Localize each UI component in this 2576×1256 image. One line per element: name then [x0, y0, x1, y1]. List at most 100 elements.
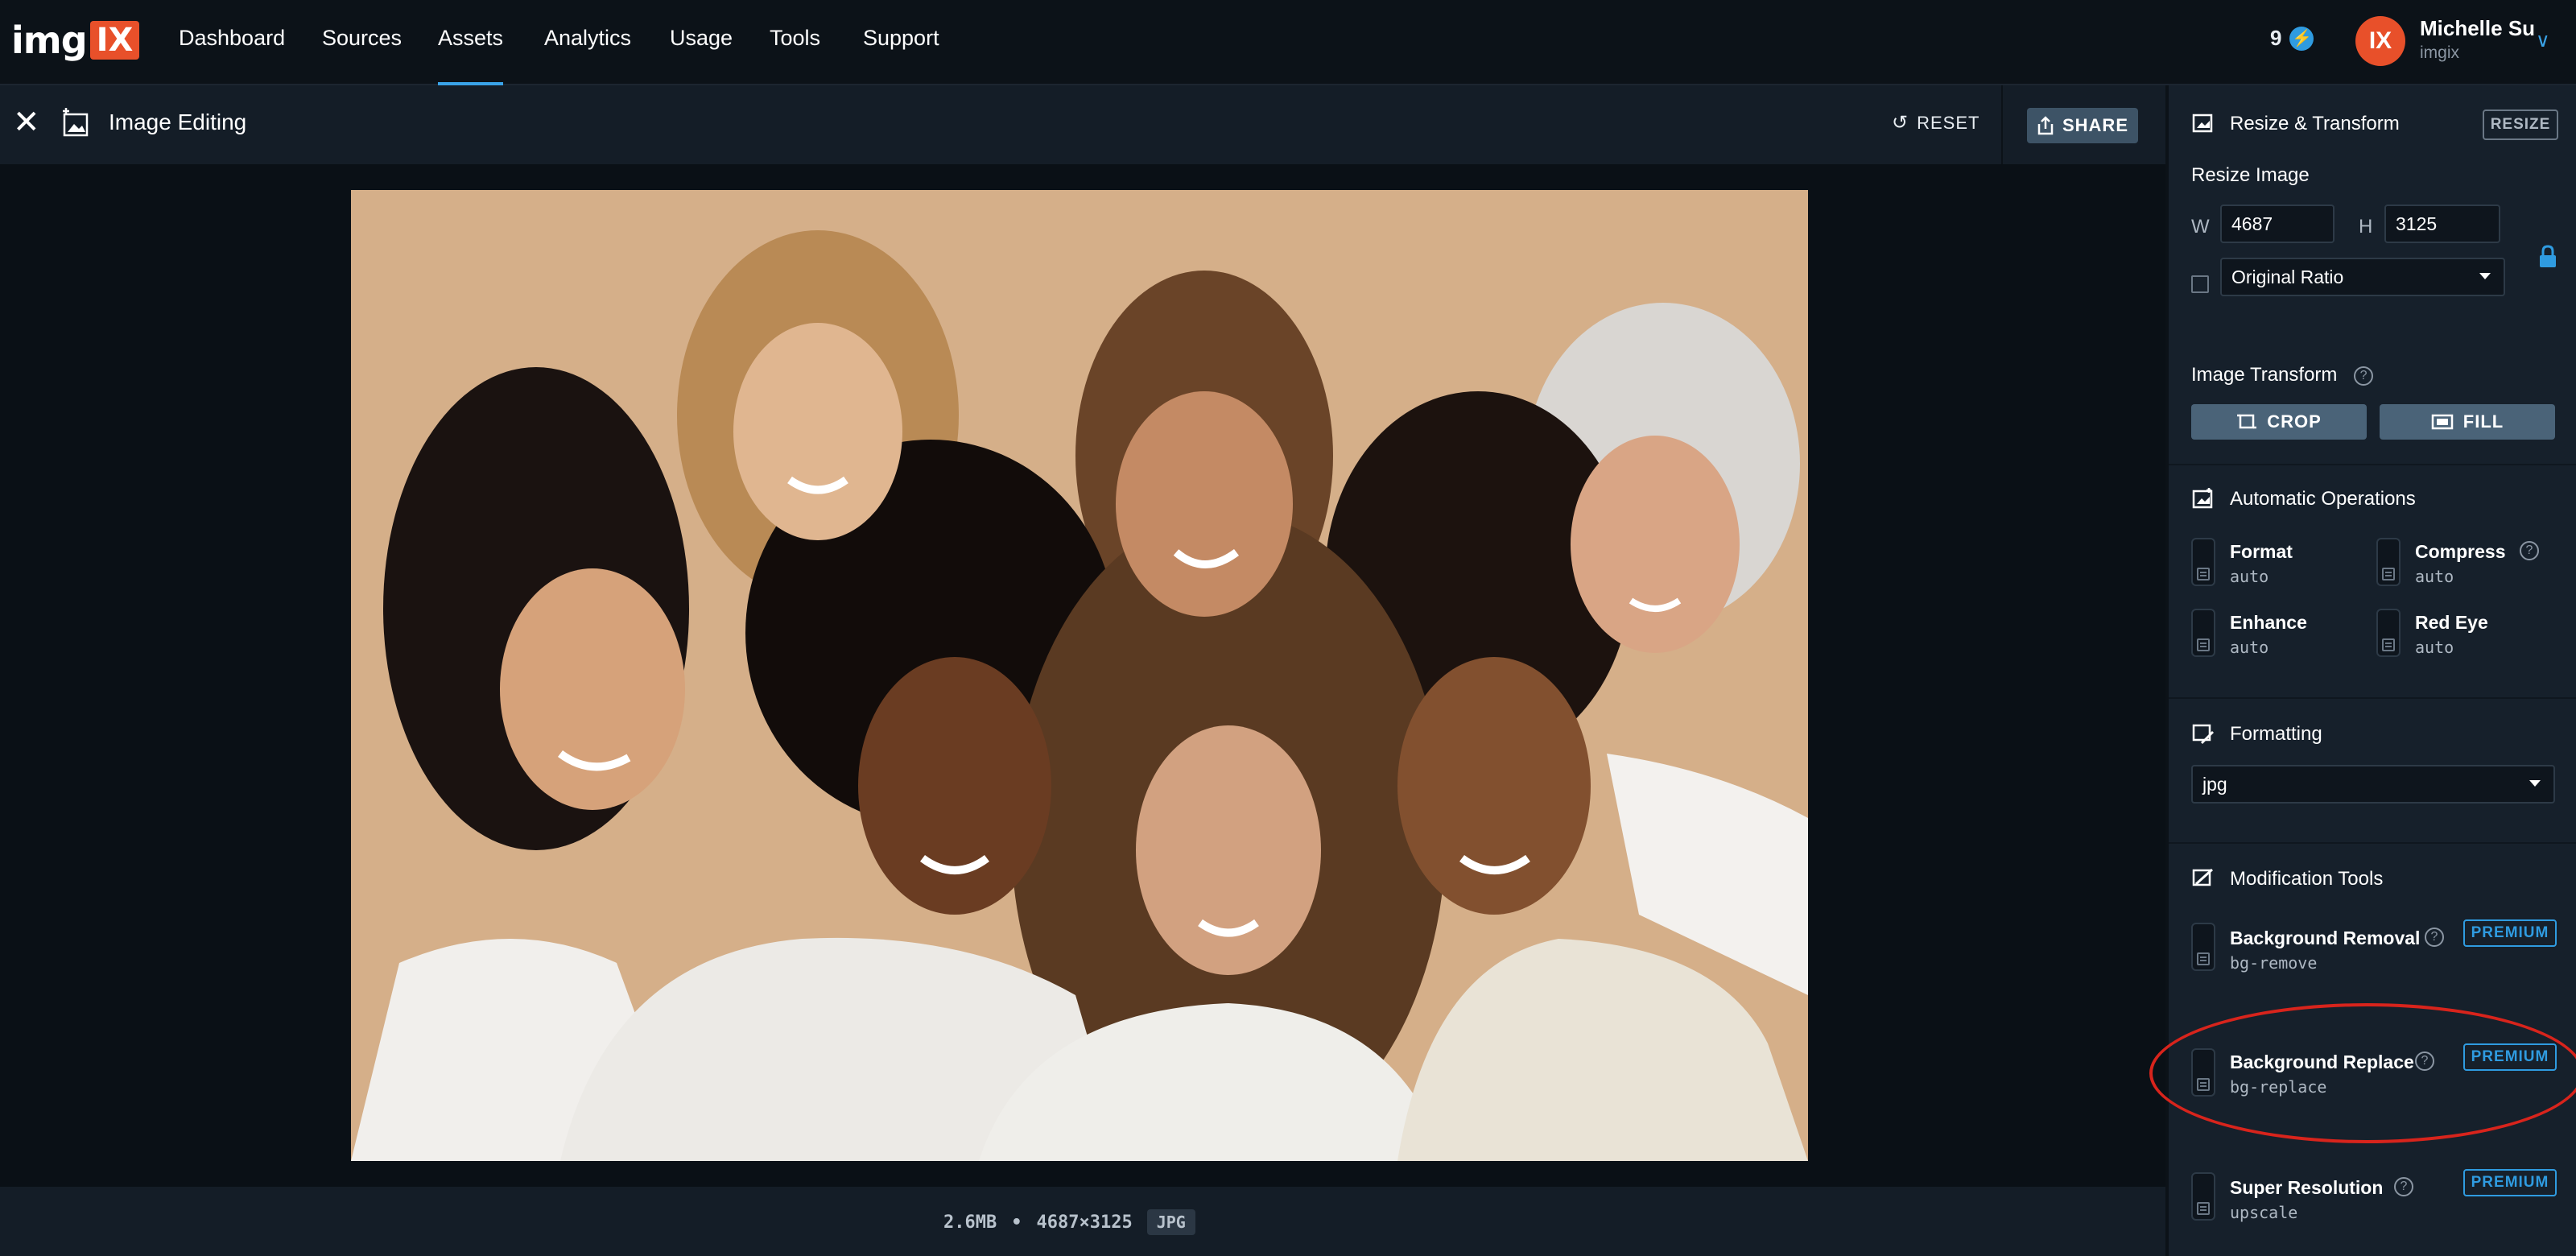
logo-text: img — [11, 19, 88, 62]
height-input[interactable]: 3125 — [2384, 205, 2500, 243]
image-transform-label: Image Transform ? — [2191, 364, 2374, 386]
compress-label: Compress — [2415, 541, 2506, 562]
compress-toggle[interactable] — [2376, 538, 2401, 586]
background-replace-label: Background Replace — [2230, 1051, 2414, 1072]
help-icon[interactable]: ? — [2415, 1051, 2434, 1071]
notification-count: 9 — [2270, 26, 2282, 50]
reset-label: RESET — [1917, 112, 1980, 133]
lightning-icon: ⚡ — [2289, 26, 2314, 51]
undo-icon: ↺ — [1892, 112, 1909, 134]
share-button[interactable]: SHARE — [2027, 108, 2138, 143]
share-icon — [2037, 116, 2054, 135]
nav-sources[interactable]: Sources — [322, 26, 402, 51]
image-canvas — [0, 164, 2165, 1187]
auto-ops-icon — [2192, 488, 2213, 509]
automatic-operations-section: Automatic Operations Format auto Compres… — [2169, 464, 2576, 699]
super-resolution-label: Super Resolution — [2230, 1177, 2384, 1198]
fill-icon — [2431, 414, 2454, 430]
background-removal-toggle[interactable] — [2191, 923, 2215, 971]
super-resolution-toggle[interactable] — [2191, 1172, 2215, 1221]
premium-badge: PREMIUM — [2463, 919, 2557, 947]
toggle-knob — [2197, 638, 2210, 651]
crop-button[interactable]: CROP — [2191, 404, 2367, 440]
chevron-down-icon — [2479, 273, 2491, 279]
toggle-knob — [2382, 638, 2395, 651]
section-title: Automatic Operations — [2230, 488, 2416, 510]
editor-header: ✕ Image Editing ↺ RESET SHARE — [0, 85, 2165, 164]
nav-usage[interactable]: Usage — [670, 26, 733, 51]
format-select-value: jpg — [2202, 773, 2227, 795]
meta-separator: • — [1011, 1212, 1022, 1233]
help-icon[interactable]: ? — [2520, 541, 2539, 560]
section-title: Formatting — [2230, 723, 2322, 745]
super-resolution-param: upscale — [2230, 1203, 2298, 1222]
image-info-bar: 2.6MB • 4687×3125 JPG — [0, 1187, 2165, 1256]
user-name[interactable]: Michelle Su — [2420, 16, 2535, 41]
format-toggle[interactable] — [2191, 538, 2215, 586]
share-label: SHARE — [2062, 115, 2128, 135]
ratio-select[interactable]: Original Ratio — [2220, 258, 2505, 296]
ratio-checkbox[interactable] — [2191, 275, 2209, 293]
help-icon[interactable]: ? — [2425, 928, 2444, 947]
resize-transform-section: Resize & Transform RESIZE Resize Image W… — [2169, 85, 2576, 465]
section-title: Resize & Transform — [2230, 113, 2400, 134]
file-size: 2.6MB — [943, 1212, 997, 1233]
nav-analytics[interactable]: Analytics — [544, 26, 631, 51]
crop-icon — [2237, 414, 2257, 429]
modification-tools-section: Modification Tools Background Removal ? … — [2169, 842, 2576, 1256]
red-eye-toggle[interactable] — [2376, 609, 2401, 657]
compress-value: auto — [2415, 567, 2454, 586]
enhance-value: auto — [2230, 638, 2269, 657]
height-label: H — [2359, 216, 2373, 238]
image-meta: 2.6MB • 4687×3125 JPG — [943, 1209, 1195, 1235]
background-removal-param: bg-remove — [2230, 953, 2318, 973]
chevron-down-icon[interactable]: ∨ — [2536, 29, 2550, 52]
red-eye-label: Red Eye — [2415, 612, 2488, 633]
nav-support[interactable]: Support — [863, 26, 939, 51]
red-eye-value: auto — [2415, 638, 2454, 657]
modification-icon — [2192, 868, 2214, 886]
portrait-photo — [351, 190, 1808, 1161]
help-icon[interactable]: ? — [2354, 366, 2374, 386]
format-select[interactable]: jpg — [2191, 765, 2555, 804]
toggle-knob — [2197, 952, 2210, 965]
nav-dashboard[interactable]: Dashboard — [179, 26, 285, 51]
enhance-toggle[interactable] — [2191, 609, 2215, 657]
toggle-knob — [2197, 1078, 2210, 1091]
reset-button[interactable]: ↺ RESET — [1892, 111, 1979, 134]
resize-image-label: Resize Image — [2191, 164, 2310, 186]
background-replace-toggle[interactable] — [2191, 1048, 2215, 1097]
width-input[interactable]: 4687 — [2220, 205, 2334, 243]
imgix-logo[interactable]: img IX — [11, 19, 140, 62]
avatar[interactable]: IX — [2355, 16, 2405, 66]
image-dimensions: 4687×3125 — [1036, 1212, 1133, 1233]
edit-panel: Resize & Transform RESIZE Resize Image W… — [2167, 85, 2576, 1256]
width-label: W — [2191, 216, 2210, 238]
help-icon[interactable]: ? — [2394, 1177, 2413, 1196]
lock-icon[interactable] — [2537, 245, 2558, 269]
resize-icon — [2192, 114, 2213, 133]
fill-button[interactable]: FILL — [2380, 404, 2555, 440]
image-transform-text: Image Transform — [2191, 364, 2338, 386]
nav-tools[interactable]: Tools — [770, 26, 820, 51]
toggle-knob — [2197, 1202, 2210, 1215]
background-removal-label: Background Removal — [2230, 928, 2421, 948]
notifications-button[interactable]: 9 ⚡ — [2270, 26, 2314, 51]
image-edit-icon — [63, 108, 89, 137]
section-title: Modification Tools — [2230, 868, 2384, 890]
toggle-knob — [2382, 568, 2395, 580]
fill-label: FILL — [2462, 411, 2504, 432]
chevron-down-icon — [2529, 780, 2541, 787]
background-replace-param: bg-replace — [2230, 1077, 2327, 1097]
preview-photo[interactable] — [351, 190, 1808, 1161]
logo-badge: IX — [89, 21, 140, 60]
user-org: imgix — [2420, 43, 2460, 62]
toggle-knob — [2197, 568, 2210, 580]
crop-label: CROP — [2267, 411, 2322, 432]
premium-badge: PREMIUM — [2463, 1043, 2557, 1071]
formatting-section: Formatting jpg — [2169, 697, 2576, 844]
close-icon[interactable]: ✕ — [13, 106, 40, 138]
resize-badge[interactable]: RESIZE — [2483, 109, 2558, 140]
nav-assets[interactable]: Assets — [438, 26, 504, 85]
format-badge: JPG — [1146, 1209, 1195, 1235]
